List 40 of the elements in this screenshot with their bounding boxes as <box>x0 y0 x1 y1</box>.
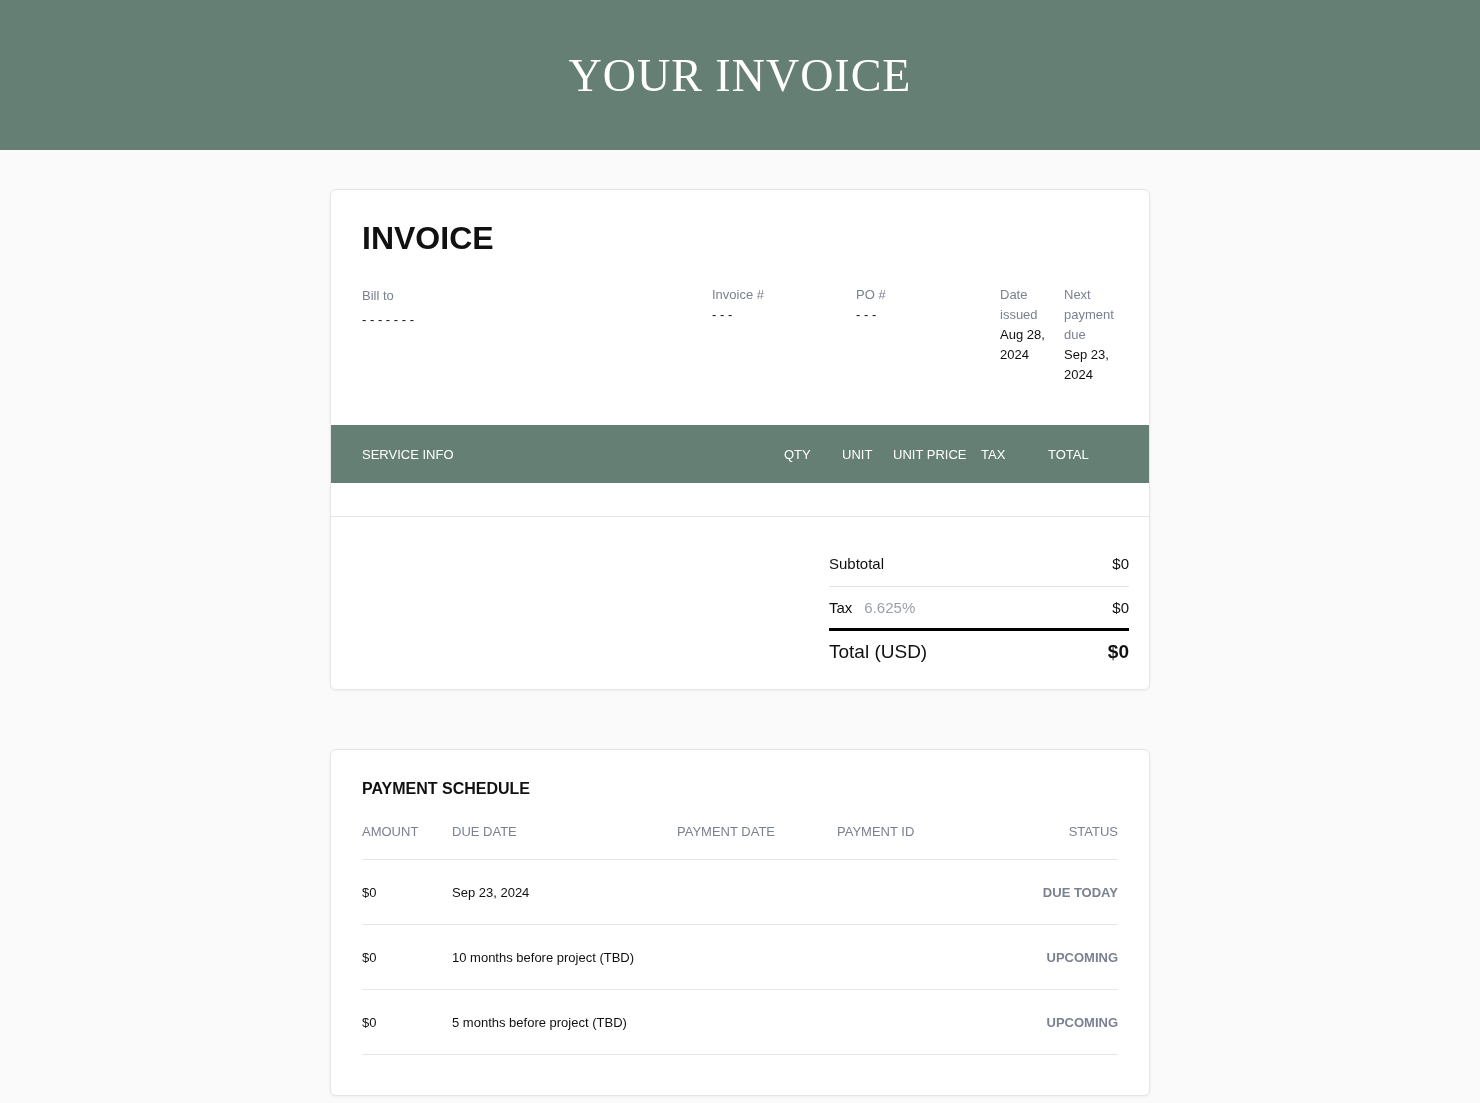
due-date-cell-text: Sep 23, 2024 <box>452 884 531 900</box>
field-value: - - - <box>712 306 733 324</box>
field-label: Invoice # <box>712 286 765 304</box>
due-date-cell-text: 5 months before project (TBD) <box>452 1014 628 1030</box>
due-date-cell-text: 10 months before project (TBD) <box>452 949 636 965</box>
total-label: Total (USD) <box>829 641 928 663</box>
tax-rate-field[interactable]: 6.625% <box>864 599 955 616</box>
column-header: PAYMENT ID <box>837 824 916 839</box>
column-header: QTY <box>784 446 812 462</box>
column-header: PAYMENT DATE <box>677 824 776 839</box>
column-header: DUE DATE <box>452 824 518 839</box>
invoice-heading: INVOICE <box>362 220 495 257</box>
field-value: - - - <box>856 306 877 324</box>
column-header: UNIT PRICE <box>893 446 968 462</box>
field-value: - - - - - - - <box>362 311 414 329</box>
total-value: $0 <box>1107 641 1129 663</box>
tax-value: $0 <box>1112 599 1129 616</box>
status-label: UPCOMING <box>1046 1014 1118 1030</box>
field-label: PO # <box>856 286 886 304</box>
amount-cell-text: $0 <box>362 949 378 965</box>
column-header: TAX <box>981 446 1007 462</box>
column-header: TOTAL <box>1048 446 1090 462</box>
column-header: UNIT <box>842 446 874 462</box>
subtotal-value: $0 <box>1112 555 1129 572</box>
field-label: Next payment due <box>1064 286 1115 344</box>
page-title: YOUR INVOICE <box>568 48 912 102</box>
field-value: Aug 28, 2024 <box>1000 326 1046 364</box>
status-label: DUE TODAY <box>1042 884 1118 900</box>
column-header: AMOUNT <box>362 824 420 839</box>
section-heading: PAYMENT SCHEDULE <box>362 780 532 798</box>
amount-cell-text: $0 <box>362 1014 378 1030</box>
status-label: UPCOMING <box>1046 949 1118 965</box>
subtotal-label: Subtotal <box>829 555 885 572</box>
column-header: SERVICE INFO <box>362 446 455 462</box>
field-value: Sep 23, 2024 <box>1064 346 1110 384</box>
field-label: Date issued <box>1000 286 1039 324</box>
field-label: Bill to <box>362 287 394 305</box>
amount-cell-text: $0 <box>362 884 378 900</box>
tax-label: Tax <box>829 599 853 616</box>
column-header: STATUS <box>1068 824 1118 839</box>
